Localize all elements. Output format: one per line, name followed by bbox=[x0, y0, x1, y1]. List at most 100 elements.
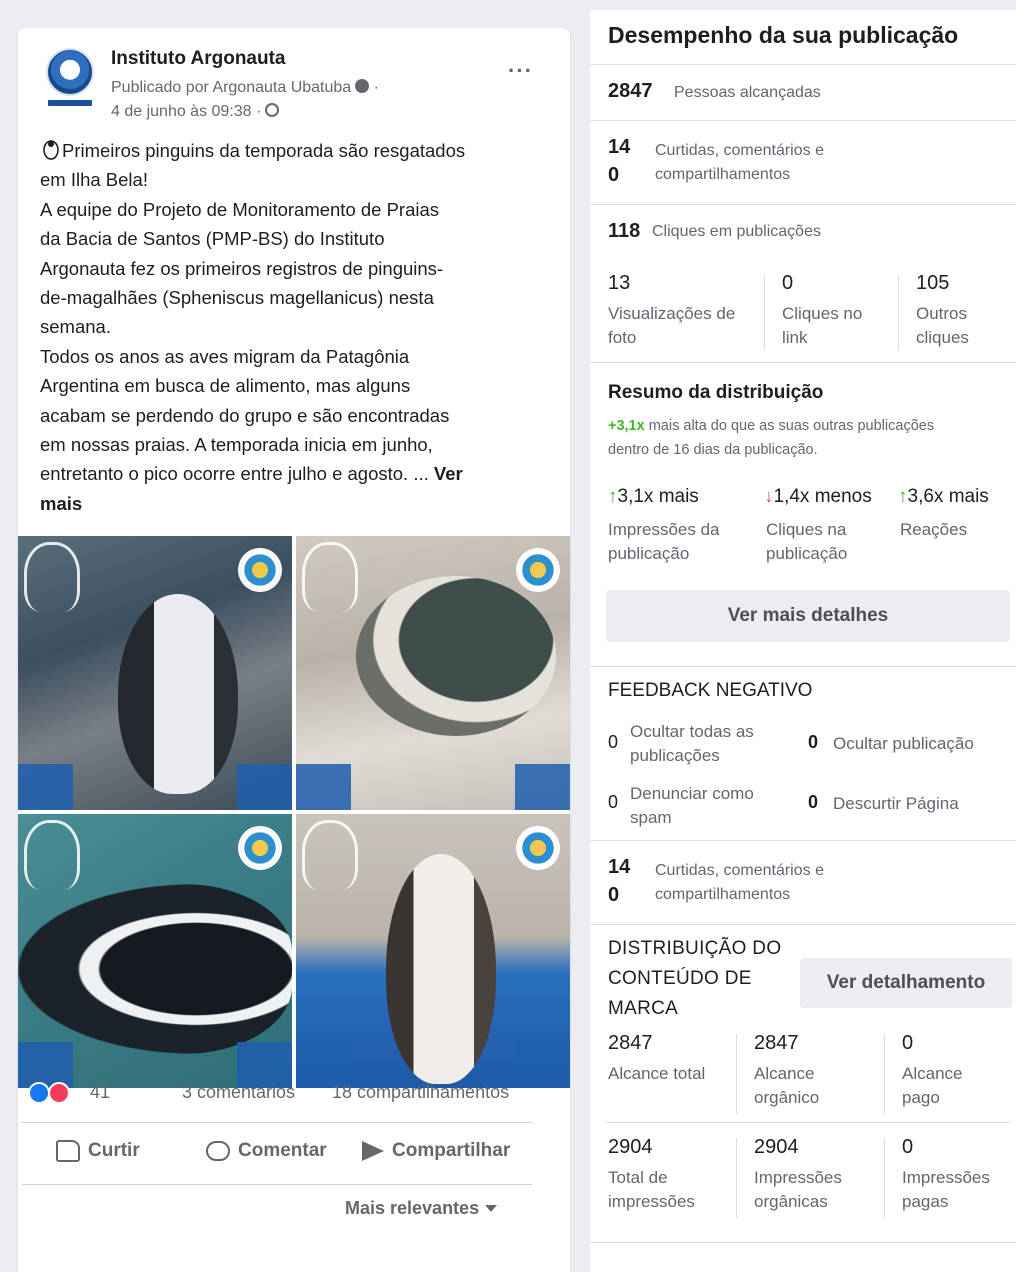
negative-feedback-title: FEEDBACK NEGATIVO bbox=[608, 680, 813, 701]
other-clicks-label-a: Outros bbox=[916, 304, 968, 323]
logo-watermark bbox=[240, 828, 280, 868]
clicks-label: Cliques em publicações bbox=[652, 223, 821, 240]
shares-count[interactable]: 18 compartilhamentos bbox=[332, 1082, 509, 1103]
clicks-value: 118 bbox=[608, 220, 641, 242]
paid-reach-label-a: Alcance bbox=[902, 1064, 963, 1083]
see-more-link-cont[interactable]: mais bbox=[40, 489, 556, 518]
post-date-text[interactable]: 4 de junho às 09:38 · bbox=[111, 103, 261, 120]
panel-title: Desempenho da sua publicação bbox=[608, 22, 959, 48]
other-clicks-label-b: cliques bbox=[916, 328, 969, 347]
engagement-label-b: compartilhamentos bbox=[655, 166, 791, 183]
octopus-watermark bbox=[24, 542, 80, 612]
comment-button[interactable]: Comentar bbox=[206, 1140, 327, 1162]
engagement2-value-b: 0 bbox=[608, 884, 620, 906]
link-clicks-value: 0 bbox=[782, 272, 794, 294]
avatar-band bbox=[48, 100, 92, 106]
comments-count[interactable]: 3 comentários bbox=[182, 1082, 295, 1103]
report-spam-value: 0 bbox=[608, 792, 619, 812]
post-text-line-3: da Bacia de Santos (PMP-BS) do Instituto bbox=[40, 228, 385, 250]
reactions-metric: ↑3,6x mais bbox=[898, 486, 989, 508]
sort-label: Mais relevantes bbox=[345, 1198, 480, 1218]
like-reaction-icon[interactable] bbox=[28, 1082, 50, 1104]
organic-impressions-value: 2904 bbox=[754, 1136, 799, 1158]
divider bbox=[898, 276, 899, 350]
like-label: Curtir bbox=[88, 1140, 140, 1161]
unlike-page-label: Descurtir Página bbox=[833, 794, 959, 813]
hide-post-value: 0 bbox=[808, 732, 819, 752]
post-text: Primeiros pinguins da temporada são resg… bbox=[40, 136, 556, 518]
divider bbox=[22, 1184, 532, 1185]
reactions-metric-label: Reações bbox=[900, 520, 968, 539]
reach-label: Pessoas alcançadas bbox=[674, 84, 821, 101]
divider bbox=[884, 1138, 885, 1218]
share-label: Compartilhar bbox=[392, 1140, 511, 1161]
penguin-image bbox=[356, 576, 556, 736]
page-avatar[interactable] bbox=[46, 48, 94, 96]
organic-reach-label-a: Alcance bbox=[754, 1064, 815, 1083]
organic-reach-value: 2847 bbox=[754, 1032, 799, 1054]
share-button[interactable]: Compartilhar bbox=[362, 1140, 510, 1162]
globe-icon bbox=[265, 103, 280, 117]
penguin-emoji-icon bbox=[43, 140, 59, 160]
link-clicks-label-b: link bbox=[782, 328, 808, 347]
logo-watermark bbox=[518, 828, 558, 868]
divider bbox=[590, 840, 1016, 841]
report-spam-label-b: spam bbox=[630, 808, 672, 827]
divider bbox=[590, 64, 1016, 65]
distribution-highlight: +3,1x bbox=[608, 418, 645, 434]
sort-comments-dropdown[interactable]: Mais relevantes bbox=[345, 1198, 498, 1219]
reaction-count[interactable]: 41 bbox=[90, 1082, 110, 1103]
post-header: Instituto Argonauta Publicado por Argona… bbox=[18, 28, 570, 128]
other-clicks-value: 105 bbox=[916, 272, 950, 294]
divider bbox=[590, 1242, 1016, 1243]
photo-4[interactable] bbox=[296, 814, 570, 1088]
post-text-line-11-text: entretanto o pico ocorre entre julho e a… bbox=[40, 463, 429, 485]
unlike-page-value: 0 bbox=[808, 792, 819, 812]
hide-all-label-b: publicações bbox=[630, 746, 720, 765]
divider bbox=[22, 1122, 532, 1123]
logo-watermark bbox=[240, 550, 280, 590]
organic-impressions-label-b: orgânicas bbox=[754, 1192, 828, 1211]
hide-post-label: Ocultar publicação bbox=[833, 734, 974, 753]
divider bbox=[764, 276, 765, 350]
post-text-line-10: em nossas praias. A temporada inicia em … bbox=[40, 434, 433, 456]
post-text-line: Primeiros pinguins da temporada são resg… bbox=[40, 136, 556, 165]
paid-impressions-label-b: pagas bbox=[902, 1192, 949, 1211]
photo-views-label-a: Visualizações de bbox=[608, 304, 736, 323]
like-button[interactable]: Curtir bbox=[56, 1140, 140, 1162]
post-text-line-11: entretanto o pico ocorre entre julho e a… bbox=[40, 459, 556, 488]
page-name[interactable]: Instituto Argonauta bbox=[111, 48, 286, 70]
distribution-summary: +3,1x mais alta do que as suas outras pu… bbox=[608, 418, 934, 434]
reach-value: 2847 bbox=[608, 80, 653, 102]
published-by-text[interactable]: Publicado por Argonauta Ubatuba bbox=[111, 79, 351, 96]
clicks-metric-label-a: Cliques na bbox=[766, 520, 847, 539]
octopus-watermark bbox=[302, 820, 358, 890]
see-more-link[interactable]: Ver bbox=[434, 463, 463, 484]
clicks-metric-value: 1,4x menos bbox=[773, 486, 872, 507]
distribution-text-b: dentro de 16 dias da publicação. bbox=[608, 442, 818, 458]
paid-impressions-value: 0 bbox=[902, 1136, 914, 1158]
photo-3[interactable] bbox=[18, 814, 292, 1088]
divider bbox=[590, 924, 1016, 925]
action-bar: Curtir Comentar Compartilhar bbox=[22, 1132, 538, 1176]
photo-2[interactable] bbox=[296, 536, 570, 810]
info-icon[interactable] bbox=[355, 79, 370, 93]
more-options-button[interactable]: ··· bbox=[508, 58, 533, 84]
see-more-details-button[interactable]: Ver mais detalhes bbox=[606, 590, 1010, 642]
published-by: Publicado por Argonauta Ubatuba · bbox=[111, 79, 379, 96]
total-reach-value: 2847 bbox=[608, 1032, 653, 1054]
post-text-line-7: Todos os anos as aves migram da Patagôni… bbox=[40, 345, 410, 367]
logo-footer bbox=[296, 764, 570, 810]
paid-impressions-label-a: Impressões bbox=[902, 1168, 990, 1187]
arrow-up-icon: ↑ bbox=[898, 486, 908, 507]
engagement2-label-a: Curtidas, comentários e bbox=[655, 862, 824, 879]
impressions-metric-value: 3,1x mais bbox=[617, 486, 699, 507]
see-breakdown-button[interactable]: Ver detalhamento bbox=[800, 958, 1012, 1008]
photo-1[interactable] bbox=[18, 536, 292, 810]
penguin-image bbox=[18, 884, 292, 1054]
love-reaction-icon[interactable] bbox=[48, 1082, 70, 1104]
divider bbox=[590, 204, 1016, 205]
engagement-value-b: 0 bbox=[608, 164, 620, 186]
impressions-metric: ↑3,1x mais bbox=[608, 486, 699, 508]
divider bbox=[736, 1034, 737, 1114]
